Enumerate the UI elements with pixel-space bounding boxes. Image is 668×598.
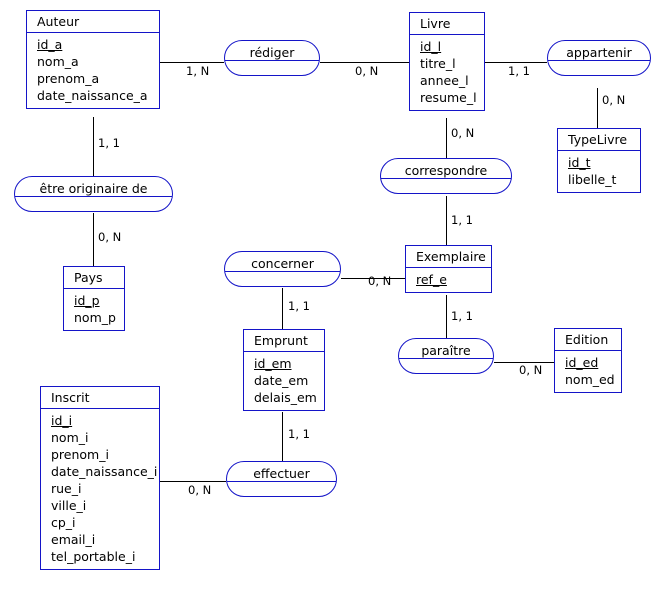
- attribute-rue-i: rue_i: [51, 481, 82, 496]
- cardinality-paraitre-edition: 0, N: [519, 363, 543, 377]
- attribute-ref-e: ref_e: [416, 272, 447, 287]
- entity-pays-attributes: id_p nom_p: [64, 289, 124, 330]
- attribute-date-em: date_em: [254, 373, 309, 388]
- link-livre-correspondre: [446, 118, 448, 158]
- relation-rediger-body: [225, 61, 319, 75]
- relation-etre-originaire-de-body: [15, 197, 172, 211]
- attribute-date-naissance-i: date_naissance_i: [51, 464, 158, 479]
- cardinality-concerner-emprunt: 1, 1: [288, 299, 310, 313]
- link-appartenir-typelivre: [597, 88, 599, 128]
- entity-emprunt-attributes: id_em date_em delais_em: [244, 352, 324, 410]
- relation-correspondre-label: correspondre: [381, 159, 511, 179]
- link-concerner-emprunt: [282, 288, 284, 329]
- cardinality-appartenir-typelivre: 0, N: [602, 93, 626, 107]
- entity-exemplaire[interactable]: Exemplaire ref_e: [405, 245, 492, 293]
- entity-edition[interactable]: Edition id_ed nom_ed: [554, 328, 622, 393]
- relation-rediger-label: rédiger: [225, 41, 319, 61]
- attribute-id-i: id_i: [51, 413, 73, 428]
- relation-effectuer[interactable]: effectuer: [226, 461, 337, 497]
- entity-livre-attributes: id_l titre_l annee_l resume_l: [410, 35, 484, 110]
- entity-livre[interactable]: Livre id_l titre_l annee_l resume_l: [409, 12, 485, 111]
- entity-typelivre-attributes: id_t libelle_t: [558, 151, 640, 192]
- attribute-id-a: id_a: [37, 37, 63, 52]
- entity-exemplaire-attributes: ref_e: [406, 268, 491, 292]
- entity-pays-title: Pays: [64, 267, 124, 289]
- entity-inscrit-title: Inscrit: [41, 387, 159, 409]
- link-emprunt-effectuer: [282, 412, 284, 461]
- entity-edition-title: Edition: [555, 329, 621, 351]
- attribute-date-naissance-a: date_naissance_a: [37, 88, 148, 103]
- relation-appartenir-body: [548, 61, 650, 75]
- cardinality-auteur-originaire: 1, 1: [98, 136, 120, 150]
- cardinality-inscrit-effectuer: 0, N: [188, 483, 212, 497]
- entity-livre-title: Livre: [410, 13, 484, 35]
- attribute-ville-i: ville_i: [51, 498, 87, 513]
- relation-paraitre[interactable]: paraître: [398, 338, 494, 374]
- entity-emprunt[interactable]: Emprunt id_em date_em delais_em: [243, 329, 325, 411]
- relation-effectuer-label: effectuer: [227, 462, 336, 482]
- attribute-resume-l: resume_l: [420, 90, 477, 105]
- attribute-prenom-a: prenom_a: [37, 71, 100, 86]
- cardinality-concerner-exemplaire: 0, N: [368, 274, 392, 288]
- relation-etre-originaire-de-label: être originaire de: [15, 177, 172, 197]
- entity-auteur-title: Auteur: [27, 11, 159, 33]
- attribute-id-t: id_t: [568, 155, 591, 170]
- entity-auteur[interactable]: Auteur id_a nom_a prenom_a date_naissanc…: [26, 10, 160, 109]
- relation-effectuer-body: [227, 482, 336, 496]
- link-exemplaire-paraitre: [446, 295, 448, 338]
- relation-paraitre-label: paraître: [399, 339, 493, 359]
- cardinality-originaire-pays: 0, N: [98, 230, 122, 244]
- attribute-delais-em: delais_em: [254, 390, 317, 405]
- cardinality-auteur-rediger: 1, N: [186, 64, 210, 78]
- attribute-id-p: id_p: [74, 293, 100, 308]
- relation-concerner-body: [225, 272, 340, 286]
- relation-correspondre[interactable]: correspondre: [380, 158, 512, 194]
- cardinality-emprunt-effectuer: 1, 1: [288, 427, 310, 441]
- link-auteur-originaire: [93, 117, 95, 176]
- relation-rediger[interactable]: rédiger: [224, 40, 320, 76]
- relation-correspondre-body: [381, 179, 511, 193]
- er-diagram-canvas: Auteur id_a nom_a prenom_a date_naissanc…: [0, 0, 668, 598]
- relation-paraitre-body: [399, 359, 493, 373]
- cardinality-correspondre-exemplaire: 1, 1: [451, 213, 473, 227]
- attribute-nom-p: nom_p: [74, 310, 116, 325]
- entity-edition-attributes: id_ed nom_ed: [555, 351, 621, 392]
- attribute-libelle-t: libelle_t: [568, 172, 617, 187]
- entity-inscrit-attributes: id_i nom_i prenom_i date_naissance_i rue…: [41, 409, 159, 569]
- entity-pays[interactable]: Pays id_p nom_p: [63, 266, 125, 331]
- cardinality-livre-appartenir: 1, 1: [508, 64, 530, 78]
- entity-auteur-attributes: id_a nom_a prenom_a date_naissance_a: [27, 33, 159, 108]
- attribute-nom-ed: nom_ed: [565, 372, 615, 387]
- attribute-prenom-i: prenom_i: [51, 447, 109, 462]
- attribute-titre-l: titre_l: [420, 56, 456, 71]
- relation-concerner[interactable]: concerner: [224, 251, 341, 287]
- attribute-tel-portable-i: tel_portable_i: [51, 549, 136, 564]
- cardinality-livre-correspondre: 0, N: [451, 126, 475, 140]
- link-originaire-pays: [93, 213, 95, 266]
- cardinality-exemplaire-paraitre: 1, 1: [451, 309, 473, 323]
- entity-inscrit[interactable]: Inscrit id_i nom_i prenom_i date_naissan…: [40, 386, 160, 570]
- entity-exemplaire-title: Exemplaire: [406, 246, 491, 268]
- attribute-id-l: id_l: [420, 39, 442, 54]
- cardinality-rediger-livre: 0, N: [355, 64, 379, 78]
- attribute-nom-i: nom_i: [51, 430, 89, 445]
- relation-concerner-label: concerner: [225, 252, 340, 272]
- relation-appartenir[interactable]: appartenir: [547, 40, 651, 76]
- attribute-id-ed: id_ed: [565, 355, 599, 370]
- entity-typelivre[interactable]: TypeLivre id_t libelle_t: [557, 128, 641, 193]
- attribute-cp-i: cp_i: [51, 515, 76, 530]
- relation-appartenir-label: appartenir: [548, 41, 650, 61]
- attribute-annee-l: annee_l: [420, 73, 469, 88]
- link-correspondre-exemplaire: [446, 196, 448, 245]
- entity-emprunt-title: Emprunt: [244, 330, 324, 352]
- attribute-email-i: email_i: [51, 532, 96, 547]
- entity-typelivre-title: TypeLivre: [558, 129, 640, 151]
- relation-etre-originaire-de[interactable]: être originaire de: [14, 176, 173, 212]
- attribute-nom-a: nom_a: [37, 54, 79, 69]
- attribute-id-em: id_em: [254, 356, 292, 371]
